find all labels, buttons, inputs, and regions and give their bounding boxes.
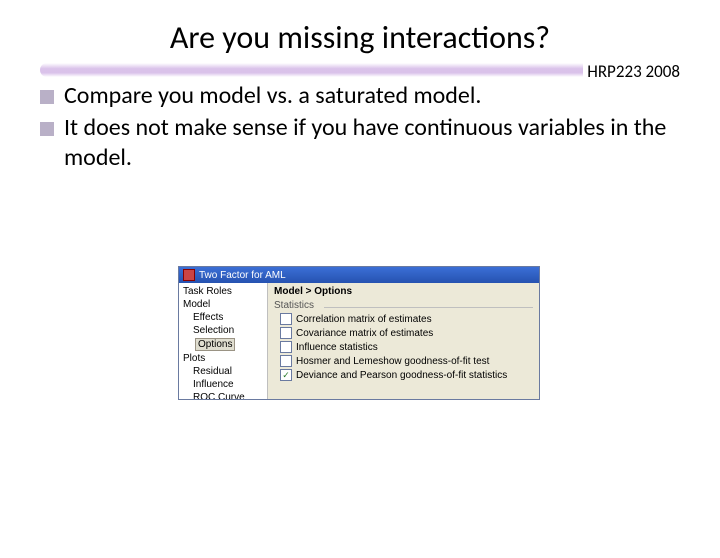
checkbox-label: Correlation matrix of estimates: [296, 314, 432, 325]
checkbox-icon[interactable]: [280, 341, 292, 353]
checkbox-row[interactable]: Covariance matrix of estimates: [274, 326, 533, 340]
list-item: It does not make sense if you have conti…: [40, 113, 680, 173]
tree-item-task-roles[interactable]: Task Roles: [179, 285, 267, 298]
breadcrumb: Model > Options: [268, 283, 539, 298]
checkbox-row[interactable]: Hosmer and Lemeshow goodness-of-fit test: [274, 354, 533, 368]
checkbox-label: Influence statistics: [296, 342, 378, 353]
bullet-icon: [40, 122, 54, 136]
tree-item-options[interactable]: Options: [179, 337, 267, 352]
checkbox-icon[interactable]: ✓: [280, 369, 292, 381]
tree-item-selection[interactable]: Selection: [179, 324, 267, 337]
bullet-text: It does not make sense if you have conti…: [64, 113, 680, 173]
checkbox-icon[interactable]: [280, 313, 292, 325]
dialog-titlebar: Two Factor for AML: [179, 267, 539, 283]
checkbox-label: Covariance matrix of estimates: [296, 328, 433, 339]
tree-item-residual[interactable]: Residual: [179, 365, 267, 378]
divider-highlight: [40, 63, 640, 77]
checkbox-icon[interactable]: [280, 327, 292, 339]
bullet-text: Compare you model vs. a saturated model.: [64, 81, 680, 111]
tree-item-influence[interactable]: Influence: [179, 378, 267, 391]
slide-title: Are you missing interactions?: [0, 18, 720, 57]
nav-tree[interactable]: Task Roles Model Effects Selection Optio…: [179, 283, 268, 399]
checkbox-label: Hosmer and Lemeshow goodness-of-fit test: [296, 356, 489, 367]
group-divider: [324, 307, 533, 308]
tree-item-plots[interactable]: Plots: [179, 352, 267, 365]
app-icon: [183, 269, 195, 281]
checkbox-label: Deviance and Pearson goodness-of-fit sta…: [296, 370, 507, 381]
header-label: HRP223 2008: [583, 61, 680, 82]
divider: HRP223 2008: [40, 63, 680, 77]
dialog-title-text: Two Factor for AML: [199, 270, 286, 281]
checkbox-row[interactable]: Influence statistics: [274, 340, 533, 354]
bullet-list: Compare you model vs. a saturated model.…: [40, 81, 680, 173]
list-item: Compare you model vs. a saturated model.: [40, 81, 680, 111]
dialog-window: Two Factor for AML Task Roles Model Effe…: [178, 266, 540, 400]
tree-item-roc[interactable]: ROC Curve: [179, 391, 267, 399]
options-pane: Model > Options Statistics Correlation m…: [268, 283, 539, 399]
checkbox-icon[interactable]: [280, 355, 292, 367]
checkbox-row[interactable]: Correlation matrix of estimates: [274, 312, 533, 326]
tree-item-model[interactable]: Model: [179, 298, 267, 311]
tree-item-effects[interactable]: Effects: [179, 311, 267, 324]
checkbox-row[interactable]: ✓ Deviance and Pearson goodness-of-fit s…: [274, 368, 533, 382]
bullet-icon: [40, 90, 54, 104]
statistics-group: Statistics Correlation matrix of estimat…: [274, 300, 533, 382]
